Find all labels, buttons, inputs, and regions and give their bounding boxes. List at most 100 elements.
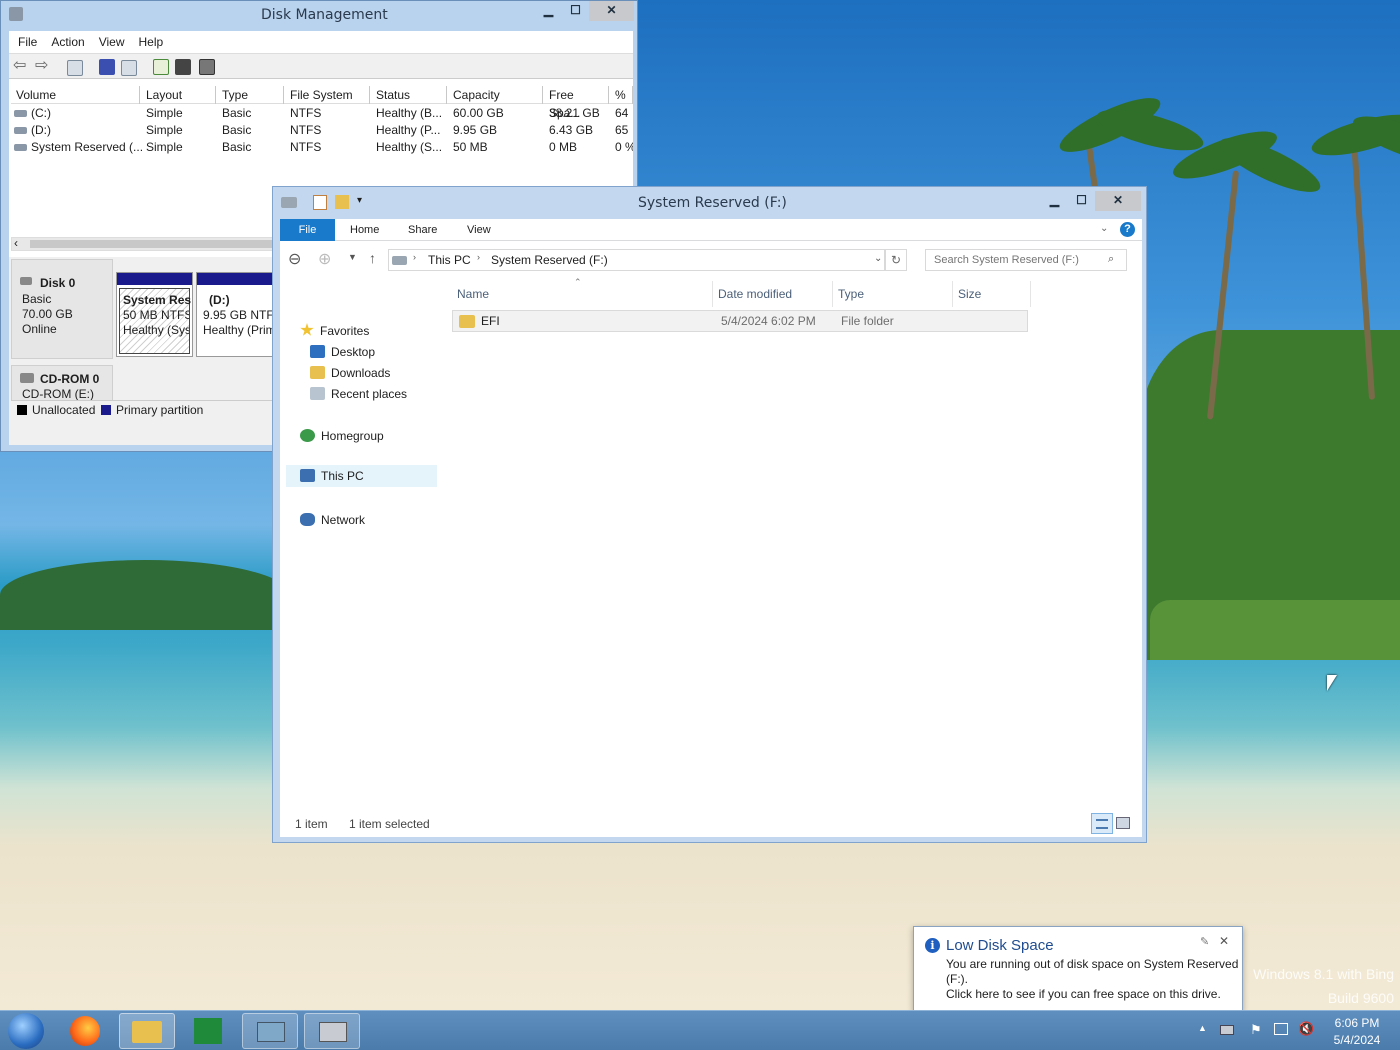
- col-name[interactable]: Name: [457, 287, 489, 301]
- menu-help[interactable]: Help: [132, 31, 171, 53]
- address-dropdown-icon[interactable]: ⌄: [874, 253, 882, 264]
- drive-icon: [14, 144, 27, 151]
- col-type[interactable]: Type: [217, 86, 284, 104]
- menu-file[interactable]: File: [11, 31, 44, 53]
- tab-view[interactable]: View: [467, 224, 491, 236]
- forward-icon[interactable]: ⇨: [35, 58, 51, 75]
- action-center-flag-icon[interactable]: ⚑: [1250, 1022, 1262, 1038]
- disk0-info[interactable]: Disk 0 Basic 70.00 GB Online: [11, 259, 113, 359]
- recent-locations-icon[interactable]: ▼: [348, 252, 357, 262]
- volume-cell: Healthy (P...: [376, 123, 441, 137]
- minimize-button[interactable]: ▁: [535, 1, 562, 21]
- watermark-line2: Build 9600: [1327, 990, 1394, 1006]
- properties-view-icon[interactable]: [121, 60, 137, 76]
- search-icon[interactable]: ⌕: [1108, 253, 1114, 266]
- disk0-name: Disk 0: [40, 276, 76, 290]
- navigation-pane: Favorites Desktop Downloads Recent place…: [280, 279, 445, 819]
- help-icon[interactable]: ?: [1120, 222, 1135, 237]
- scroll-left-icon[interactable]: ‹: [14, 236, 18, 250]
- tab-file[interactable]: File: [280, 219, 335, 241]
- breadcrumb-this-pc[interactable]: This PC: [428, 253, 471, 267]
- volume-row[interactable]: (D:) Simple Basic NTFS Healthy (P... 9.95 GB 6…: [11, 122, 633, 139]
- taskbar-disk-cleanup[interactable]: [304, 1013, 360, 1049]
- drive-icon: [14, 127, 27, 134]
- col-capacity[interactable]: Capacity: [448, 86, 543, 104]
- low-disk-space-notification[interactable]: i Low Disk Space ✎ ✕ You are running out…: [913, 926, 1243, 1012]
- network-tray-icon[interactable]: [1274, 1023, 1288, 1035]
- col-size[interactable]: Size: [958, 287, 981, 301]
- col-status[interactable]: Status: [371, 86, 447, 104]
- partition-system-reserved[interactable]: System Res 50 MB NTFS Healthy (Sys: [116, 272, 193, 357]
- horizontal-scrollbar[interactable]: ‹: [11, 236, 275, 251]
- partition-d[interactable]: (D:) 9.95 GB NTFS Healthy (Prim: [196, 272, 276, 357]
- nav-recent-places[interactable]: Recent places: [310, 384, 407, 404]
- partition-status: Healthy (Prim: [203, 323, 276, 337]
- col-percent-free[interactable]: % F: [610, 86, 633, 104]
- col-free-space[interactable]: Free Spa...: [544, 86, 609, 120]
- menu-action[interactable]: Action: [44, 31, 91, 53]
- taskbar-file-explorer[interactable]: [119, 1013, 175, 1049]
- show-hidden-icons[interactable]: ▲: [1198, 1023, 1207, 1033]
- volume-muted-icon[interactable]: 🔇: [1298, 1021, 1314, 1037]
- search-input[interactable]: [926, 250, 1106, 270]
- nav-homegroup[interactable]: Homegroup: [300, 426, 384, 446]
- nav-downloads[interactable]: Downloads: [310, 363, 390, 383]
- file-row-efi[interactable]: EFI 5/4/2024 6:02 PM File folder: [452, 310, 1028, 332]
- minimize-button[interactable]: ▁: [1041, 191, 1068, 211]
- close-icon[interactable]: ✕: [1219, 934, 1229, 948]
- col-volume[interactable]: Volume: [11, 86, 140, 104]
- refresh-icon[interactable]: ↻: [885, 249, 907, 271]
- tab-home[interactable]: Home: [350, 224, 379, 236]
- settings-icon[interactable]: [199, 59, 215, 75]
- col-file-system[interactable]: File System: [285, 86, 370, 104]
- close-button[interactable]: ✕: [1095, 191, 1141, 211]
- chevron-right-icon: ›: [477, 252, 480, 262]
- taskbar-disk-management[interactable]: [242, 1013, 298, 1049]
- help-icon[interactable]: [99, 59, 115, 75]
- nav-network[interactable]: Network: [300, 510, 365, 530]
- clock-date[interactable]: 5/4/2024: [1322, 1033, 1392, 1047]
- partition-size: 50 MB NTFS: [123, 308, 189, 322]
- col-date-modified[interactable]: Date modified: [718, 287, 792, 301]
- back-icon[interactable]: ⊖: [288, 249, 301, 269]
- volume-row[interactable]: (C:) Simple Basic NTFS Healthy (B... 60.00 GB…: [11, 105, 633, 122]
- new-folder-quick-icon[interactable]: [335, 195, 349, 209]
- col-type[interactable]: Type: [838, 287, 864, 301]
- legend-unallocated-swatch: [17, 405, 27, 415]
- refresh-icon[interactable]: [153, 59, 169, 75]
- chevron-right-icon: ›: [413, 252, 416, 262]
- properties-icon[interactable]: [175, 59, 191, 75]
- nav-this-pc[interactable]: This PC: [286, 465, 437, 487]
- expand-ribbon-icon[interactable]: ⌄: [1100, 223, 1108, 234]
- breadcrumb-system-reserved[interactable]: System Reserved (F:): [491, 253, 608, 267]
- explorer-window[interactable]: ▾ System Reserved (F:) ▁ ☐ ✕ File Home S…: [272, 186, 1147, 843]
- drive-warning-tray-icon[interactable]: [1220, 1025, 1234, 1035]
- show-hide-console-icon[interactable]: [67, 60, 83, 76]
- col-layout[interactable]: Layout: [141, 86, 216, 104]
- taskbar-store[interactable]: [180, 1013, 236, 1049]
- volume-cell: 38.21 GB: [549, 106, 600, 120]
- clock-time[interactable]: 6:06 PM: [1322, 1016, 1392, 1030]
- large-icons-view-icon[interactable]: [1116, 817, 1130, 829]
- address-bar[interactable]: › This PC › System Reserved (F:) ⌄: [388, 249, 885, 271]
- start-button[interactable]: [8, 1013, 44, 1049]
- drive-app-icon: [281, 197, 297, 208]
- up-icon[interactable]: ↑: [369, 250, 376, 266]
- back-icon[interactable]: ⇦: [13, 58, 29, 75]
- forward-icon[interactable]: ⊕: [318, 249, 331, 269]
- nav-desktop[interactable]: Desktop: [310, 342, 375, 362]
- search-box[interactable]: ⌕: [925, 249, 1127, 271]
- customize-quick-access-icon[interactable]: ▾: [357, 195, 362, 206]
- properties-quick-icon[interactable]: [313, 195, 327, 210]
- close-button[interactable]: ✕: [589, 1, 634, 21]
- taskbar-firefox[interactable]: [58, 1013, 114, 1049]
- volume-row[interactable]: System Reserved (... Simple Basic NTFS Healt…: [11, 139, 633, 156]
- details-view-icon[interactable]: [1091, 813, 1113, 834]
- maximize-button[interactable]: ☐: [1068, 191, 1095, 211]
- cdrom-info[interactable]: CD-ROM 0 CD-ROM (E:): [11, 365, 113, 401]
- pin-icon[interactable]: ✎: [1200, 935, 1209, 948]
- nav-favorites[interactable]: Favorites: [300, 321, 369, 341]
- menu-view[interactable]: View: [92, 31, 132, 53]
- maximize-button[interactable]: ☐: [562, 1, 589, 21]
- tab-share[interactable]: Share: [408, 224, 437, 236]
